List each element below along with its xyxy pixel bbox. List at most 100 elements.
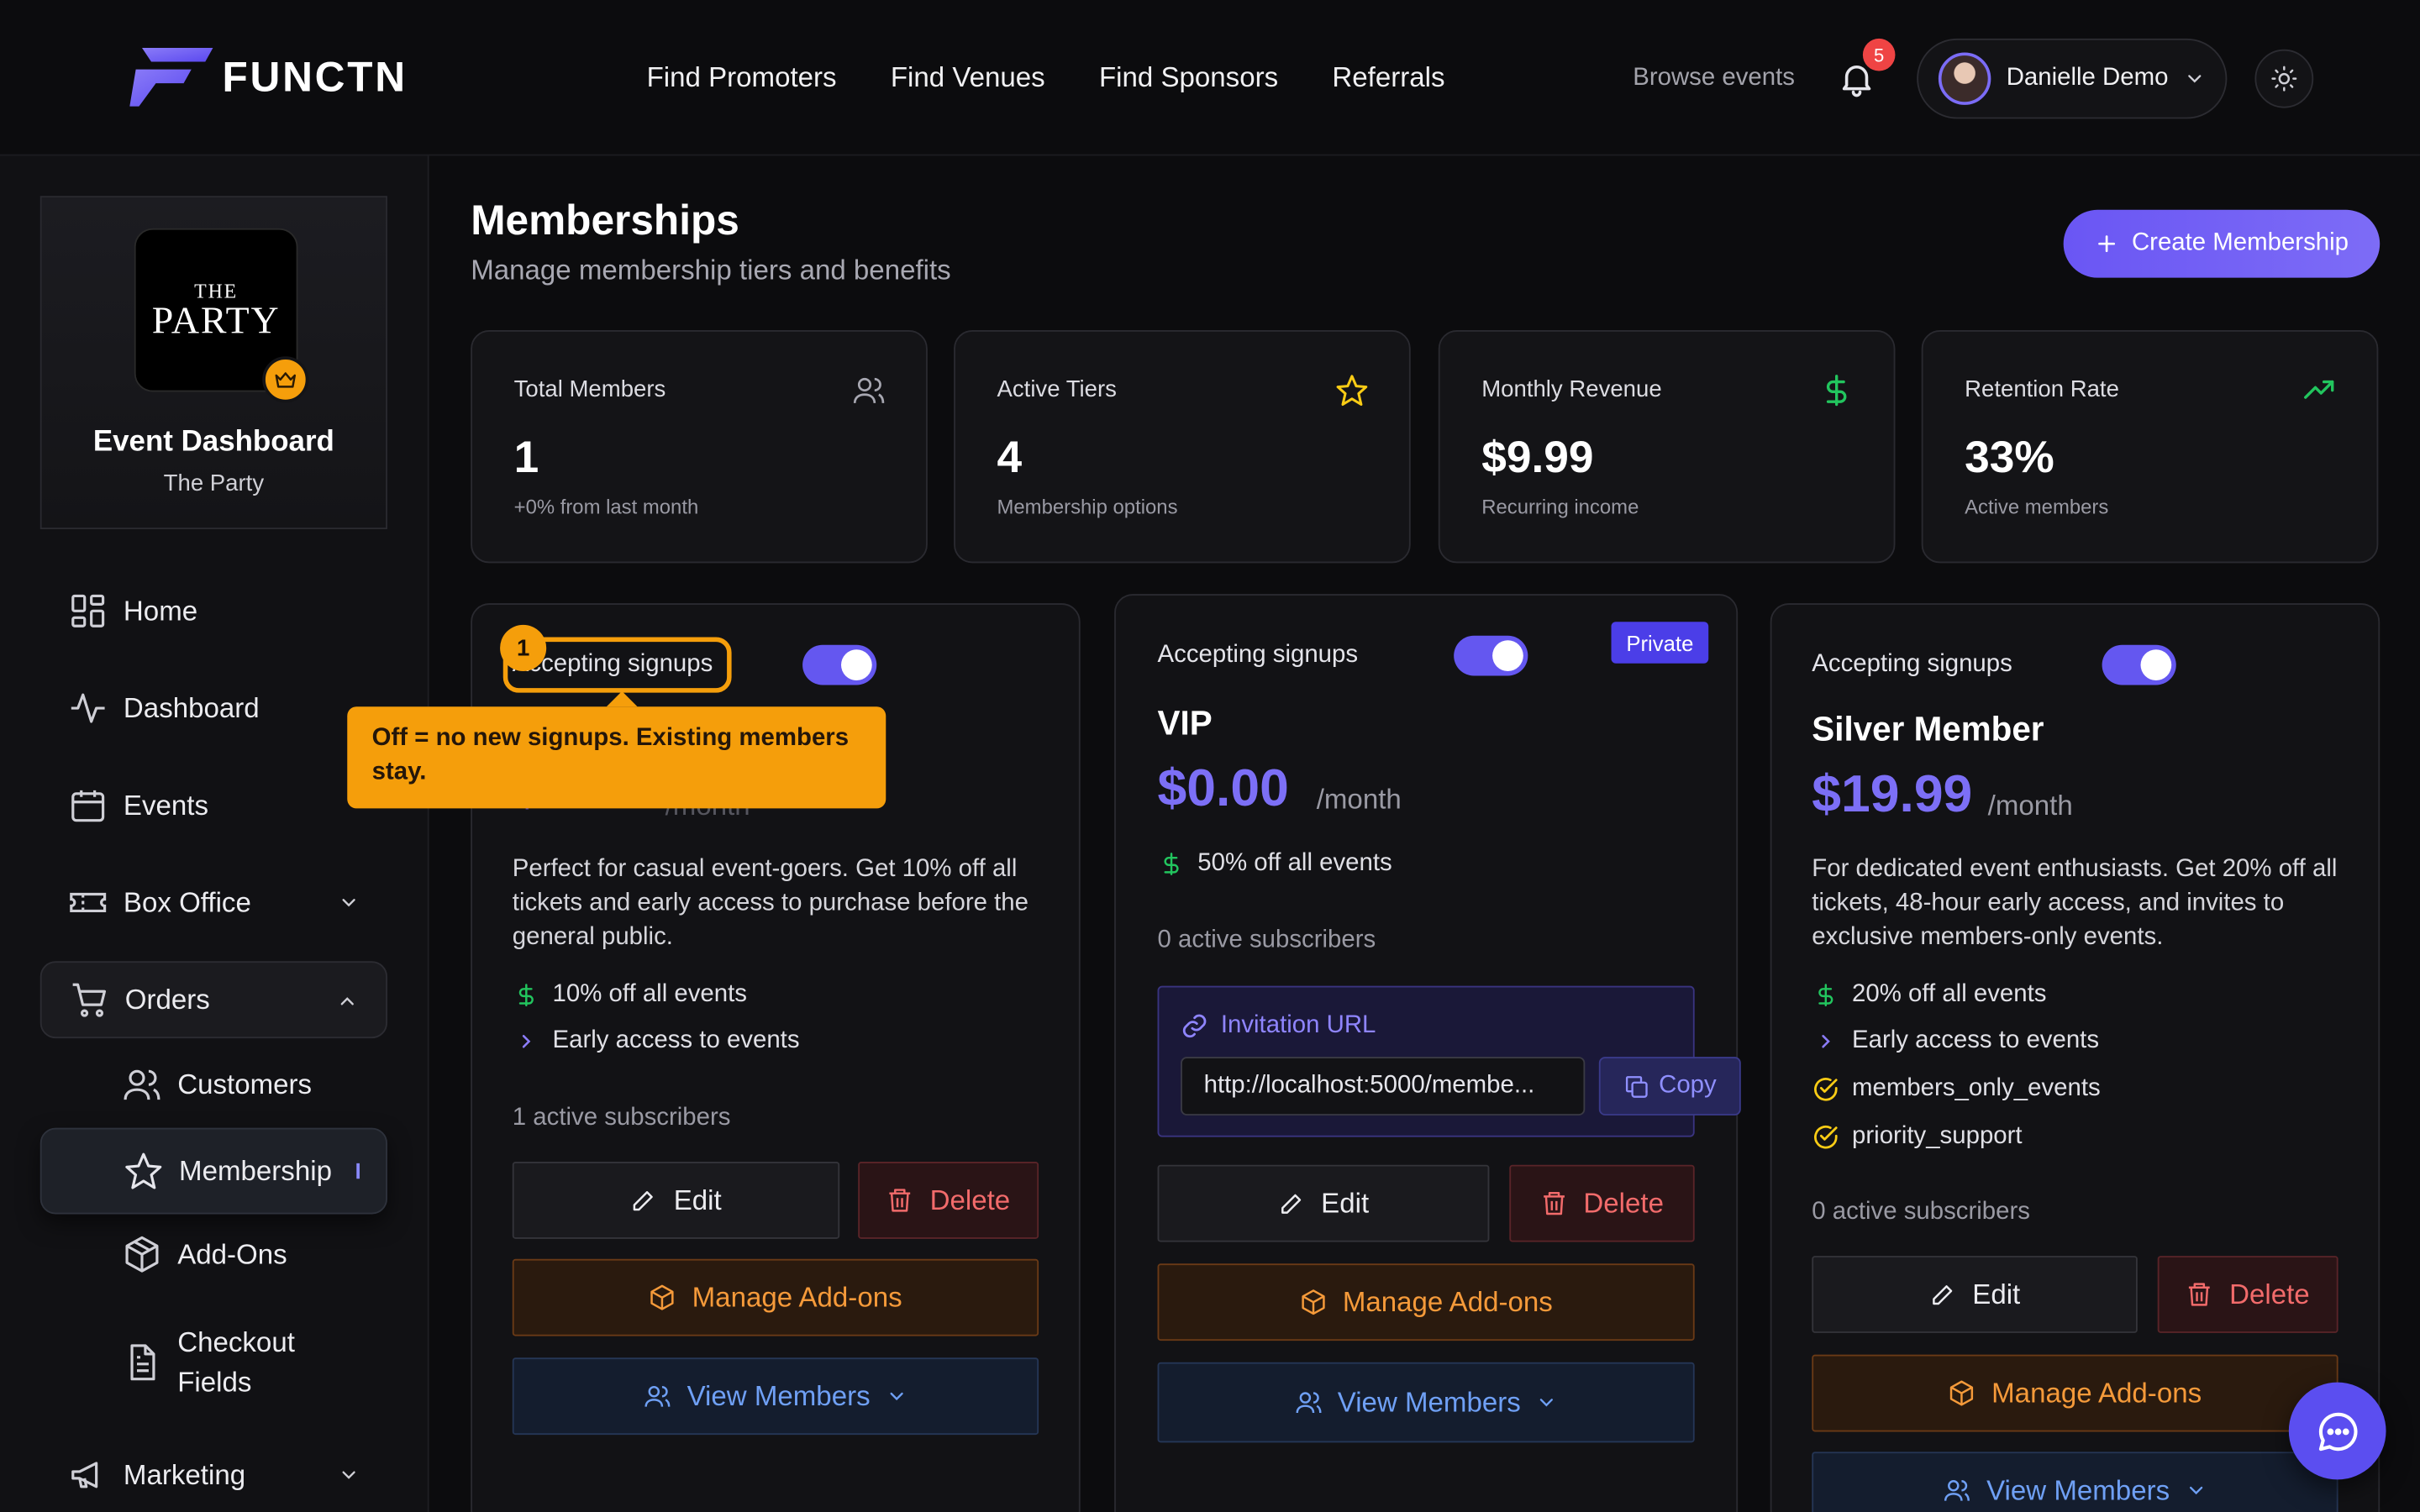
tier-name: Silver Member xyxy=(1812,709,2044,748)
benefit-text: Early access to events xyxy=(552,1027,800,1054)
main-nav: Find Promoters Find Venues Find Sponsors… xyxy=(647,61,1445,94)
sidebar-item-marketing[interactable]: Marketing xyxy=(40,1436,387,1512)
star-icon xyxy=(1336,375,1368,407)
sidebar-label-dashboard: Dashboard xyxy=(123,691,260,723)
trash-icon xyxy=(1544,1191,1565,1215)
chevron-right-icon xyxy=(1812,1027,1839,1055)
manage-add-ons-button[interactable]: Manage Add-ons xyxy=(1812,1354,2338,1432)
pencil-icon xyxy=(1933,1285,1953,1305)
manage-add-ons-button[interactable]: Manage Add-ons xyxy=(1157,1263,1695,1341)
plus-icon xyxy=(2098,235,2116,253)
accepting-signups-toggle[interactable] xyxy=(1454,635,1528,676)
sidebar-item-home[interactable]: Home xyxy=(40,572,387,649)
manage-add-ons-label: Manage Add-ons xyxy=(692,1281,902,1313)
stat-note: Recurring income xyxy=(1481,495,1639,519)
chevron-down-icon xyxy=(2188,75,2202,83)
chat-button[interactable] xyxy=(2288,1382,2386,1480)
user-menu[interactable]: Danielle Demo xyxy=(1917,38,2228,119)
accepting-signups-toggle[interactable] xyxy=(2102,644,2176,685)
stat-value: 4 xyxy=(997,433,1023,483)
delete-label: Delete xyxy=(2229,1278,2310,1310)
delete-button[interactable]: Delete xyxy=(2157,1256,2338,1333)
tour-step-badge: 1 xyxy=(500,624,547,671)
trash-icon xyxy=(890,1189,912,1212)
megaphone-icon xyxy=(71,1462,98,1488)
subscriber-count: 0 active subscribers xyxy=(1157,927,1376,954)
benefit-item: Early access to events xyxy=(513,1027,800,1055)
manage-add-ons-label: Manage Add-ons xyxy=(1991,1377,2202,1408)
sidebar-item-orders[interactable]: Orders xyxy=(39,961,388,1039)
sidebar-item-box-office[interactable]: Box Office xyxy=(40,864,387,942)
edit-button[interactable]: Edit xyxy=(1812,1256,2138,1333)
benefit-item: members_only_events xyxy=(1812,1075,2101,1103)
package-icon xyxy=(651,1284,675,1310)
copy-icon xyxy=(1625,1075,1648,1097)
sidebar-label-checkout-fields: Checkout Fields xyxy=(177,1326,295,1399)
link-icon xyxy=(1182,1014,1207,1038)
view-members-label: View Members xyxy=(1986,1473,2170,1505)
sidebar-item-customers[interactable]: Customers xyxy=(40,1042,387,1128)
package-icon xyxy=(1302,1289,1325,1315)
create-membership-button[interactable]: Create Membership xyxy=(2063,209,2381,278)
trash-icon xyxy=(2189,1283,2211,1306)
stat-card-total-members: Total Members 1 +0% from last month xyxy=(471,330,928,564)
nav-find-venues[interactable]: Find Venues xyxy=(891,61,1045,94)
event-logo-party: PARTY xyxy=(151,301,281,343)
chevron-right-icon xyxy=(513,1027,540,1055)
stat-label: Total Members xyxy=(513,376,666,403)
event-card: THE PARTY Event Dashboard The Party xyxy=(39,196,388,529)
brand-logo[interactable]: FUNCTN xyxy=(129,47,408,107)
trending-up-icon xyxy=(2304,380,2334,399)
sidebar-label-add-ons: Add-Ons xyxy=(177,1237,287,1269)
nav-find-sponsors[interactable]: Find Sponsors xyxy=(1099,61,1278,94)
delete-button[interactable]: Delete xyxy=(1509,1164,1695,1242)
view-members-button[interactable]: View Members xyxy=(1812,1452,2338,1512)
view-members-label: View Members xyxy=(1337,1386,1521,1418)
users-icon xyxy=(644,1385,671,1407)
dollar-icon xyxy=(1158,850,1186,878)
notification-badge: 5 xyxy=(1862,38,1896,71)
brand-name: FUNCTN xyxy=(222,53,408,100)
create-membership-label: Create Membership xyxy=(2131,229,2349,256)
nav-find-promoters[interactable]: Find Promoters xyxy=(647,61,837,94)
tier-period: /month xyxy=(1987,790,2073,822)
benefit-item: 10% off all events xyxy=(513,981,747,1009)
benefit-item: 50% off all events xyxy=(1158,850,1392,878)
accepting-signups-toggle[interactable] xyxy=(802,644,877,685)
copy-button[interactable]: Copy xyxy=(1598,1057,1741,1116)
stat-value: 33% xyxy=(1965,433,2054,483)
sidebar-item-checkout-fields[interactable]: Checkout Fields xyxy=(40,1316,387,1409)
package-icon xyxy=(1950,1380,1974,1406)
stat-note: +0% from last month xyxy=(513,495,699,519)
edit-button[interactable]: Edit xyxy=(1157,1164,1490,1242)
view-members-button[interactable]: View Members xyxy=(1157,1362,1695,1443)
view-members-button[interactable]: View Members xyxy=(512,1357,1039,1436)
sidebar-label-box-office: Box Office xyxy=(123,886,251,917)
crown-icon xyxy=(262,356,309,403)
users-icon xyxy=(1295,1392,1321,1414)
file-text-icon xyxy=(130,1344,155,1381)
manage-add-ons-label: Manage Add-ons xyxy=(1342,1285,1553,1317)
browse-events-link[interactable]: Browse events xyxy=(1633,65,1795,92)
subscriber-count: 0 active subscribers xyxy=(1812,1199,2030,1226)
sidebar-item-dashboard[interactable]: Dashboard xyxy=(40,669,387,747)
sidebar-item-events[interactable]: Events xyxy=(40,767,387,844)
sidebar-item-membership[interactable]: Membership xyxy=(39,1127,388,1215)
invitation-url-input[interactable]: http://localhost:5000/membe... xyxy=(1181,1057,1586,1116)
page-subtitle: Manage membership tiers and benefits xyxy=(471,255,951,286)
nav-referrals[interactable]: Referrals xyxy=(1332,61,1444,94)
sun-icon xyxy=(2271,66,2297,92)
delete-button[interactable]: Delete xyxy=(858,1162,1039,1239)
edit-button[interactable]: Edit xyxy=(512,1162,840,1239)
tier-description: Perfect for casual event-goers. Get 10% … xyxy=(512,856,1028,951)
chevron-down-icon xyxy=(2189,1486,2202,1495)
sidebar-item-add-ons[interactable]: Add-Ons xyxy=(40,1211,387,1298)
stat-note: Membership options xyxy=(997,495,1178,519)
pencil-icon xyxy=(634,1191,654,1211)
benefit-item: Early access to events xyxy=(1812,1027,2099,1055)
check-circle-icon xyxy=(1812,1123,1839,1151)
invitation-url-text: Invitation URL xyxy=(1220,1011,1376,1039)
manage-add-ons-button[interactable]: Manage Add-ons xyxy=(512,1258,1039,1336)
benefit-text: 20% off all events xyxy=(1852,981,2047,1008)
theme-toggle-button[interactable] xyxy=(2254,49,2314,108)
